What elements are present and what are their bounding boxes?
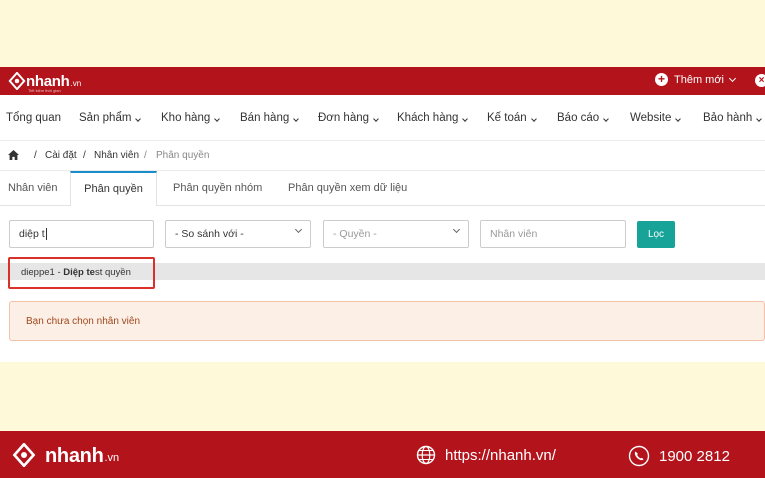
plus-icon: + [655,73,668,86]
logo-tld: .vn [104,452,120,464]
menu-label: Bán hàng [240,112,290,124]
menu-label: Tổng quan [6,112,61,124]
add-new-label: Thêm mới [674,73,724,86]
menu-item-website[interactable]: Website [630,112,682,124]
chevron-down-icon [293,116,300,122]
menu-item-accounting[interactable]: Kế toán [487,112,537,124]
menu-label: Kho hàng [161,112,211,124]
tab-group-permissions[interactable]: Phân quyền nhóm [173,171,262,206]
main-menu: Tổng quan Sản phẩm Kho hàng Bán hàng Đơn… [0,95,765,141]
menu-label: Đơn hàng [318,112,370,124]
chevron-down-icon [373,116,379,122]
nhanh-logo-icon [12,443,36,467]
chevron-down-icon [214,116,221,122]
menu-item-overview[interactable]: Tổng quan [6,112,61,124]
menu-item-sales[interactable]: Bán hàng [240,112,300,124]
home-icon[interactable] [8,150,19,160]
breadcrumb-item-settings[interactable]: Cài đặt [45,150,77,161]
menu-label: Bảo hành [703,112,753,124]
employee-field[interactable]: Nhân viên [480,220,626,248]
tab-data-view-permissions[interactable]: Phân quyền xem dữ liệu [288,171,407,206]
brand-logo[interactable]: nhanh .vn Tiết kiệm thời gian [8,72,82,93]
chevron-down-icon [603,116,610,122]
menu-label: Báo cáo [557,112,600,124]
menu-item-customers[interactable]: Khách hàng [397,112,469,124]
alert-message: Bạn chưa chọn nhân viên [26,316,140,327]
chevron-down-icon [452,225,461,234]
tab-permissions[interactable]: Phân quyền [70,171,157,207]
menu-label: Khách hàng [397,112,459,124]
logo-slogan: Tiết kiệm thời gian [28,88,61,93]
chevron-down-icon [135,116,142,122]
menu-item-warranty[interactable]: Bảo hành [703,112,763,124]
footer-banner: nhanh .vn https://nhanh.vn/ 1900 2812 [0,431,765,478]
menu-item-reports[interactable]: Báo cáo [557,112,610,124]
autocomplete-suggestion[interactable]: dieppe1 - Diệp test quyền [8,257,155,289]
suggestion-prefix: dieppe1 - [21,267,64,278]
nhanh-logo-icon [8,72,26,90]
menu-label: Kế toán [487,112,527,124]
compare-select[interactable]: - So sánh với - [165,220,311,248]
breadcrumb: / Cài đặt / Nhân viên / Phân quyền [0,141,765,171]
tab-bar: Nhân viên Phân quyền Phân quyền nhóm Phâ… [0,171,765,207]
logo-text: nhanh [45,445,104,467]
footer-logo: nhanh .vn [12,443,119,467]
breadcrumb-item-current: Phân quyền [156,150,210,161]
permission-select[interactable]: - Quyền - [323,220,469,248]
tab-employees[interactable]: Nhân viên [8,171,58,206]
employee-placeholder: Nhân viên [490,228,538,240]
logo-tld: .vn [70,79,82,88]
filter-area: diệp t - So sánh với - - Quyền - Nhân vi… [0,206,765,362]
phone-icon [628,445,650,467]
chevron-down-icon [728,74,737,82]
breadcrumb-separator: / [34,150,37,161]
chevron-down-icon [462,116,469,122]
employee-search-input[interactable]: diệp t [9,220,154,248]
breadcrumb-separator: / [144,150,147,161]
breadcrumb-item-employees[interactable]: Nhân viên [94,150,139,161]
menu-label: Sản phẩm [79,112,132,124]
menu-item-orders[interactable]: Đơn hàng [318,112,379,124]
chevron-down-icon [530,116,537,122]
search-value: diệp t [19,228,45,240]
compare-select-value: - So sánh với - [175,228,244,240]
filter-button[interactable]: Lọc [637,221,675,248]
chevron-down-icon [756,116,763,122]
footer-phone-text: 1900 2812 [659,447,730,465]
suggestion-rest: st quyền [94,267,131,278]
footer-website[interactable]: https://nhanh.vn/ [416,445,556,465]
chevron-down-icon [675,116,682,122]
chevron-down-icon [294,225,303,234]
top-bar: nhanh .vn Tiết kiệm thời gian + Thêm mới… [0,67,765,95]
footer-website-text: https://nhanh.vn/ [445,446,556,464]
breadcrumb-separator: / [83,150,86,161]
globe-icon [416,445,436,465]
menu-label: Website [630,112,672,124]
close-icon[interactable]: × [755,74,765,87]
suggestion-match: Diệp te [63,267,95,278]
footer-phone[interactable]: 1900 2812 [628,445,730,467]
menu-item-products[interactable]: Sản phẩm [79,112,142,124]
menu-item-warehouse[interactable]: Kho hàng [161,112,221,124]
add-new-button[interactable]: + Thêm mới [655,73,737,86]
warning-alert: Bạn chưa chọn nhân viên [9,301,765,341]
permission-select-value: - Quyền - [333,228,377,240]
